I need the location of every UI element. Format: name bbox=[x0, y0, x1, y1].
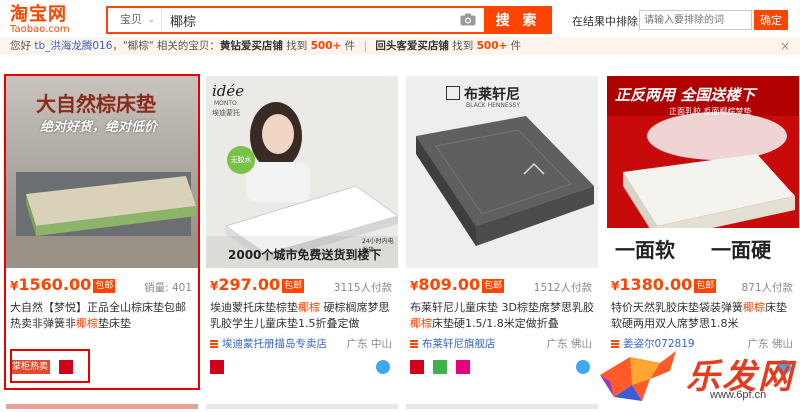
sales-count: 3115人付款 bbox=[333, 282, 392, 294]
guarantee-icon[interactable] bbox=[432, 359, 447, 374]
price: ¥297.00 包邮 bbox=[210, 275, 305, 294]
chat-icon[interactable] bbox=[576, 360, 590, 374]
service-icon[interactable] bbox=[455, 359, 470, 374]
location: 广东 中山 bbox=[346, 338, 392, 350]
price: ¥1380.00 包邮 bbox=[611, 275, 717, 294]
shop-link[interactable]: 布莱轩尼旗舰店 bbox=[410, 336, 496, 351]
free-shipping-badge: 包邮 bbox=[694, 278, 717, 293]
keyword-highlight: 椰棕 bbox=[298, 301, 320, 314]
watermark-url: www.6pf.cn bbox=[710, 389, 767, 401]
tip-prefix: 您好 bbox=[10, 40, 31, 52]
badge-row bbox=[210, 359, 229, 377]
location: 广东 佛山 bbox=[546, 338, 592, 350]
tip-found-2: 找到 bbox=[452, 40, 474, 52]
product-card[interactable]: 大自然棕床垫 绝对好货，绝对低价 ¥1560.00 包邮 销量: 401 大自然【… bbox=[4, 74, 200, 390]
badge-row bbox=[410, 359, 475, 377]
tmall-icon[interactable] bbox=[410, 359, 424, 374]
free-shipping-badge: 包邮 bbox=[482, 278, 505, 293]
product-image[interactable]: 大自然棕床垫 绝对好货，绝对低价 bbox=[6, 76, 198, 268]
brand-en: BLACK HENNESSY bbox=[466, 102, 520, 109]
chat-icon[interactable] bbox=[376, 360, 390, 374]
search-button[interactable]: 搜 索 bbox=[484, 6, 552, 34]
divider: | bbox=[363, 40, 368, 52]
watermark: 乐发网 www.6pf.cn bbox=[590, 345, 800, 409]
banner-left: 一面软 bbox=[615, 238, 675, 262]
keyword-highlight: 椰棕 bbox=[743, 301, 765, 314]
search-box: 宝贝 ⌄ 搜 索 bbox=[106, 6, 552, 34]
exclude-label: 在结果中排除 bbox=[572, 15, 638, 28]
camera-icon[interactable] bbox=[460, 13, 476, 26]
selection-highlight bbox=[10, 349, 90, 383]
product-image[interactable]: 正反两用 全国送楼下 正面乳胶 反面椰棕梦垫 一面软 一面硬 bbox=[607, 76, 799, 268]
free-shipping-badge: 包邮 bbox=[282, 278, 305, 293]
result-count-1: 500+ bbox=[310, 40, 342, 52]
tip-text: ，"椰棕" 相关的宝贝： bbox=[112, 40, 220, 52]
tmall-icon[interactable] bbox=[210, 359, 224, 374]
no-glue-badge: 无胶水 bbox=[227, 146, 255, 174]
product-title[interactable]: 特价天然乳胶床垫袋装弹簧椰棕床垫软硬两用双人席梦思1.8米 bbox=[611, 300, 795, 332]
brand-icon bbox=[446, 86, 460, 100]
close-icon[interactable]: × bbox=[780, 37, 790, 55]
keyword-highlight: 椰棕 bbox=[410, 317, 432, 330]
tip-bar: 您好 tb_洪海龙腾016，"椰棕" 相关的宝贝：黄钻爱买店铺 找到 500+ … bbox=[0, 37, 800, 55]
banner-top: 正反两用 全国送楼下 bbox=[615, 86, 756, 104]
bull-logo-icon bbox=[600, 351, 676, 401]
next-row-card bbox=[6, 404, 198, 409]
logo-text: 淘宝网 bbox=[10, 4, 67, 25]
logo-subtext: Taobao.com bbox=[10, 24, 70, 35]
shop-type-link-1[interactable]: 黄钻爱买店铺 bbox=[220, 40, 283, 52]
next-row-card bbox=[406, 404, 598, 409]
tip-found-1: 找到 bbox=[286, 40, 308, 52]
brand-cn: 布莱轩尼 bbox=[464, 87, 520, 103]
shop-icon bbox=[210, 340, 218, 348]
shop-link[interactable]: 埃迪蒙托册描岛专卖店 bbox=[210, 336, 327, 351]
sales-count: 871人付款 bbox=[741, 282, 793, 294]
next-row-card bbox=[206, 404, 398, 409]
exclude-input[interactable] bbox=[639, 10, 752, 30]
confirm-button[interactable]: 确定 bbox=[754, 10, 788, 30]
product-card[interactable]: 正反两用 全国送楼下 正面乳胶 反面椰棕梦垫 一面软 一面硬 ¥1380.00 包… bbox=[607, 76, 799, 388]
banner-title: 大自然棕床垫 bbox=[36, 92, 156, 116]
product-image[interactable]: 布莱轩尼 BLACK HENNESSY bbox=[406, 76, 598, 268]
brand-logo: idée bbox=[212, 82, 245, 100]
search-input[interactable] bbox=[170, 8, 460, 32]
tip-unit-2: 件 bbox=[510, 40, 522, 52]
result-count-2: 500+ bbox=[476, 40, 508, 52]
banner-right: 一面硬 bbox=[711, 238, 771, 262]
brand-sub: MONTO bbox=[214, 100, 237, 107]
tip-unit-1: 件 bbox=[344, 40, 356, 52]
banner-sub: 正面乳胶 反面椰棕梦垫 bbox=[669, 107, 752, 116]
product-image[interactable]: idée MONTO 埃迪蒙托 无胶水 24小时内电发货 2000个城市免费送货… bbox=[206, 76, 398, 268]
banner-subtitle: 绝对好货，绝对低价 bbox=[40, 120, 158, 135]
product-title[interactable]: 布莱轩尼儿童床垫 3D棕垫席梦思乳胶椰棕床垫硬1.5/1.8米定做折叠 bbox=[410, 300, 594, 332]
product-title[interactable]: 大自然【梦悦】正品全山棕床垫包邮热卖非弹簧非椰棕垫床垫 bbox=[10, 300, 194, 332]
sales-count: 销量: 401 bbox=[144, 282, 192, 294]
search-type-select[interactable]: 宝贝 ⌄ bbox=[108, 8, 162, 32]
taobao-logo[interactable]: 淘宝网 Taobao.com bbox=[10, 6, 100, 36]
banner-bottom-text: 2000个城市免费送货到楼下 bbox=[228, 248, 382, 262]
product-card[interactable]: 布莱轩尼 BLACK HENNESSY ¥809.00 包邮 1512人付款 布莱… bbox=[406, 76, 598, 388]
product-title[interactable]: 埃迪蒙托床垫棕垫椰棕 硬棕榈席梦思乳胶学生儿童床垫1.5折叠定做 bbox=[210, 300, 394, 332]
brand-cn: 埃迪蒙托 bbox=[212, 109, 240, 117]
shop-icon bbox=[410, 340, 418, 348]
keyword-highlight: 椰棕 bbox=[76, 317, 98, 330]
product-card[interactable]: idée MONTO 埃迪蒙托 无胶水 24小时内电发货 2000个城市免费送货… bbox=[206, 76, 398, 388]
user-link[interactable]: tb_洪海龙腾016 bbox=[34, 40, 112, 52]
shop-type-link-2[interactable]: 回头客爱买店铺 bbox=[375, 40, 449, 52]
chevron-down-icon: ⌄ bbox=[147, 15, 155, 25]
price: ¥1560.00 包邮 bbox=[10, 275, 116, 294]
top-bar: 淘宝网 Taobao.com 宝贝 ⌄ 搜 索 在结果中排除 确定 bbox=[0, 0, 800, 40]
price: ¥809.00 包邮 bbox=[410, 275, 505, 294]
search-type-label: 宝贝 bbox=[120, 13, 142, 26]
free-shipping-badge: 包邮 bbox=[93, 278, 116, 293]
sales-count: 1512人付款 bbox=[533, 282, 592, 294]
